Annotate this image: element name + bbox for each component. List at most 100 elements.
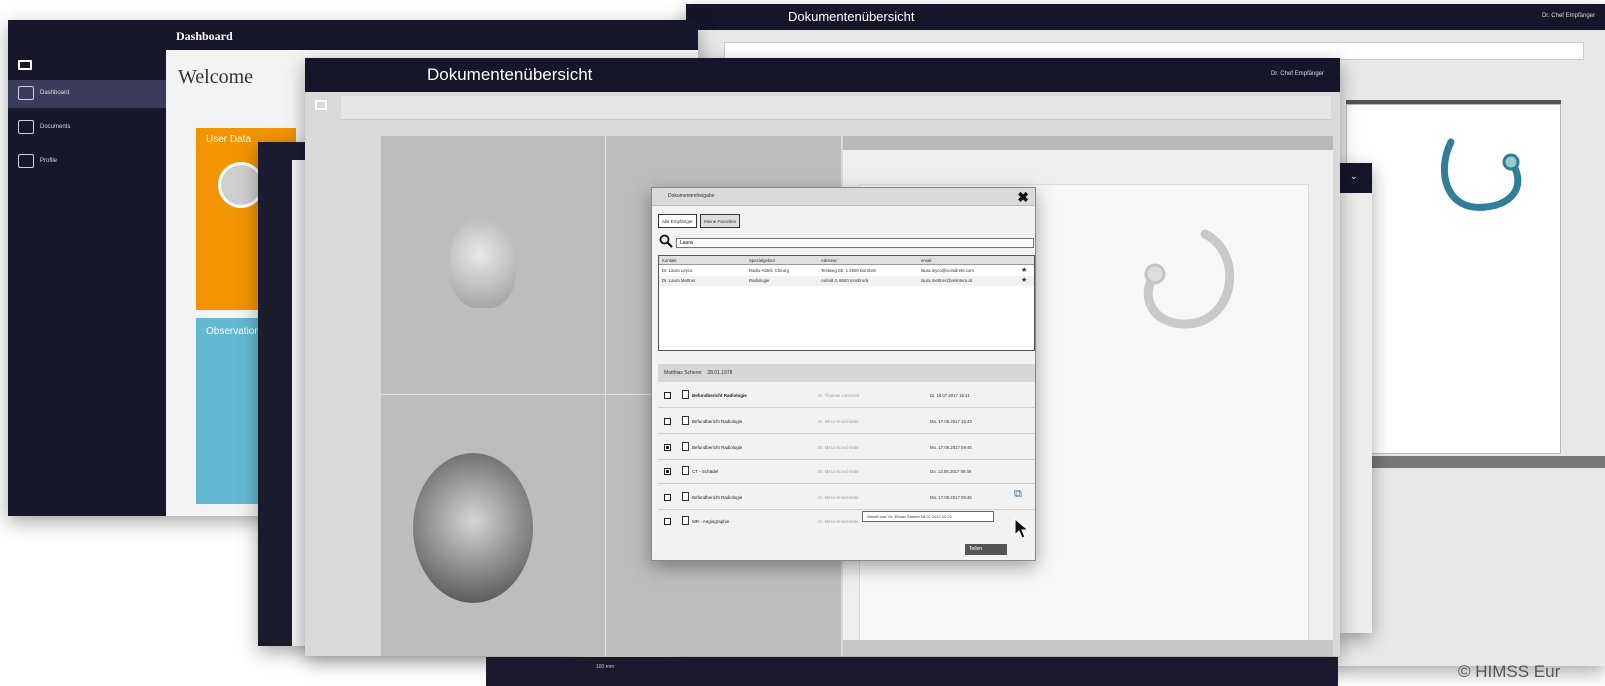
sidebar-item-dashboard[interactable]: Dashboard xyxy=(8,80,166,108)
document-name: Befundbericht Radiologie xyxy=(692,419,743,424)
document-name: MR - Angiographie xyxy=(692,519,730,524)
document-author: Dr. Mirco Kruschinski xyxy=(818,495,859,500)
contact-address: Testweg Str. 1 3600 Dornbirn xyxy=(821,268,877,273)
search-icon xyxy=(659,234,673,248)
document-icon xyxy=(682,416,689,425)
patient-bar: Matthias Scherer 28.01.1978 xyxy=(658,364,1035,382)
sidebar: Dashboard Documents Profile xyxy=(8,20,166,516)
contact-email: laura.leyco@veindirekt.com xyxy=(921,268,974,273)
document-checkbox[interactable] xyxy=(664,468,671,475)
document-icon xyxy=(682,492,689,501)
document-name: Befundbericht Radiologie xyxy=(692,445,743,450)
tab-all-recipients[interactable]: Alle Empfänger xyxy=(658,214,697,228)
contact-email: laura.mettner@vmintern.at xyxy=(921,278,972,283)
document-author: Dr. Mirco Kruschinski xyxy=(818,445,859,450)
document-row[interactable]: Befundbericht Radiologie Dr. Mirco Krusc… xyxy=(658,436,1035,460)
welcome-heading: Welcome xyxy=(178,66,254,88)
star-icon[interactable]: ★ xyxy=(1021,266,1027,274)
card-title: User Data xyxy=(206,134,252,145)
document-row[interactable]: Befundbericht Radiologie Dr. Mirco Krusc… xyxy=(658,410,1035,434)
document-date: Mo. 17.06.2017 09:46 xyxy=(930,445,972,450)
document-author: Dr. Mirco Kruschinski xyxy=(818,419,859,424)
document-icon xyxy=(682,390,689,399)
tab-favorites[interactable]: Meine Favoriten xyxy=(700,214,741,228)
mri-axial-slice xyxy=(413,453,533,603)
window-fragment-right: ⌄ xyxy=(1338,163,1372,633)
document-icon xyxy=(682,442,689,451)
column-header: email xyxy=(921,258,932,263)
document-author: Dr. Thomas Lorenzen xyxy=(818,393,860,398)
patient-name: Matthias Scherer xyxy=(664,370,702,376)
contact-name: Dr. Laura Leyco xyxy=(662,268,693,273)
image-icon xyxy=(682,516,689,525)
sidebar-item-label: Dashboard xyxy=(40,90,70,96)
document-checkbox[interactable] xyxy=(664,418,671,425)
image-icon xyxy=(682,466,689,475)
copyright-notice: © HIMSS Eur xyxy=(1458,662,1561,681)
contact-address: Anfeld 3, 6600 Innsbruck xyxy=(821,278,869,283)
contacts-table: Kontakt Spezialgebiet Adresse email Dr. … xyxy=(658,255,1035,351)
window-title: Dokumentenübersicht xyxy=(788,9,915,24)
table-header: Kontakt Spezialgebiet Adresse email xyxy=(659,256,1034,265)
document-row[interactable]: Befundbericht Radiologie Dr. Thomas Lore… xyxy=(658,384,1035,408)
document-name: Befundbericht Radiologie xyxy=(692,495,743,500)
share-button[interactable]: Teilen xyxy=(965,544,1007,555)
3d-head-render xyxy=(450,218,516,308)
stethoscope-icon xyxy=(1440,138,1522,211)
column-header: Kontakt xyxy=(662,258,677,263)
column-header: Adresse xyxy=(821,258,837,263)
status-strip xyxy=(1346,456,1605,468)
document-date: Di. 18.07.2017 15:41 xyxy=(930,393,970,398)
contact-specialty: Radio-Abteil. Chirurg xyxy=(749,268,789,273)
document-checkbox[interactable] xyxy=(664,518,671,525)
sidebar-item-label: Profile xyxy=(40,158,58,164)
document-pane-header xyxy=(843,136,1333,150)
contact-specialty: Radiologie xyxy=(749,278,770,283)
shared-by-tooltip: Geteilt von: Dr. Ehsan Stumm 18.07.2017 … xyxy=(862,511,994,522)
profile-icon xyxy=(18,154,34,168)
menu-icon[interactable] xyxy=(315,100,327,110)
scale-ruler: 100 mm xyxy=(596,664,615,670)
close-icon[interactable]: ✖ xyxy=(1017,189,1029,206)
chevron-down-icon[interactable]: ⌄ xyxy=(1338,163,1372,193)
search-input[interactable]: Laura xyxy=(676,238,1034,248)
bottom-viewer-strip: 100 mm xyxy=(486,657,1338,686)
share-icon[interactable]: ⧉ xyxy=(1014,488,1022,501)
documents-icon xyxy=(18,120,34,134)
dashboard-title: Dashboard xyxy=(166,20,698,50)
share-document-dialog: Dokumentenfreigabe ✖ Alle Empfänger Mein… xyxy=(651,187,1036,561)
viewer-toolbar xyxy=(341,96,1331,120)
table-row[interactable]: Dr. Laura Mettner Radiologie Anfeld 3, 6… xyxy=(659,276,1034,286)
dialog-title: Dokumentenfreigabe xyxy=(668,193,715,199)
document-date: Do. 13.06.2017 09:46 xyxy=(930,469,972,474)
viewer-divider xyxy=(605,136,606,656)
table-row[interactable]: Dr. Laura Leyco Radio-Abteil. Chirurg Te… xyxy=(659,266,1034,276)
window-title: Dokumentenübersicht xyxy=(427,65,593,84)
document-row[interactable]: CT - Schädel Dr. Mirco Kruschinski Do. 1… xyxy=(658,460,1035,484)
sidebar-item-profile[interactable]: Profile xyxy=(8,148,166,176)
document-pane-footer xyxy=(843,640,1333,656)
document-name: Befundbericht Radiologie xyxy=(692,393,747,398)
document-row[interactable]: Befundbericht Radiologie Dr. Mirco Krusc… xyxy=(658,486,1035,510)
document-author: Dr. Mirco Kruschinski xyxy=(818,469,859,474)
user-menu[interactable]: Dr. Chef Empfänger xyxy=(1542,13,1595,19)
document-checkbox[interactable] xyxy=(664,392,671,399)
user-menu[interactable]: Dr. Chef Empfänger xyxy=(1271,71,1324,77)
sidebar-item-label: Documents xyxy=(40,124,71,130)
card-title: Observations xyxy=(206,326,265,337)
patient-dob: 28.01.1978 xyxy=(707,370,733,376)
document-author: Dr. Mirco Kruschinski xyxy=(818,519,859,524)
column-header: Spezialgebiet xyxy=(749,258,775,263)
stethoscope-icon xyxy=(1143,229,1235,329)
document-name: CT - Schädel xyxy=(692,469,719,474)
document-checkbox[interactable] xyxy=(664,444,671,451)
dashboard-icon xyxy=(18,86,34,100)
sidebar-item-documents[interactable]: Documents xyxy=(8,114,166,142)
contact-name: Dr. Laura Mettner xyxy=(662,278,696,283)
document-date: Mo. 17.06.2017 15:43 xyxy=(930,419,972,424)
document-date: Mo. 17.06.2017 09:46 xyxy=(930,495,972,500)
mouse-cursor-icon xyxy=(1014,518,1030,539)
star-icon[interactable]: ★ xyxy=(1021,276,1027,284)
menu-icon[interactable] xyxy=(18,60,32,70)
document-checkbox[interactable] xyxy=(664,494,671,501)
